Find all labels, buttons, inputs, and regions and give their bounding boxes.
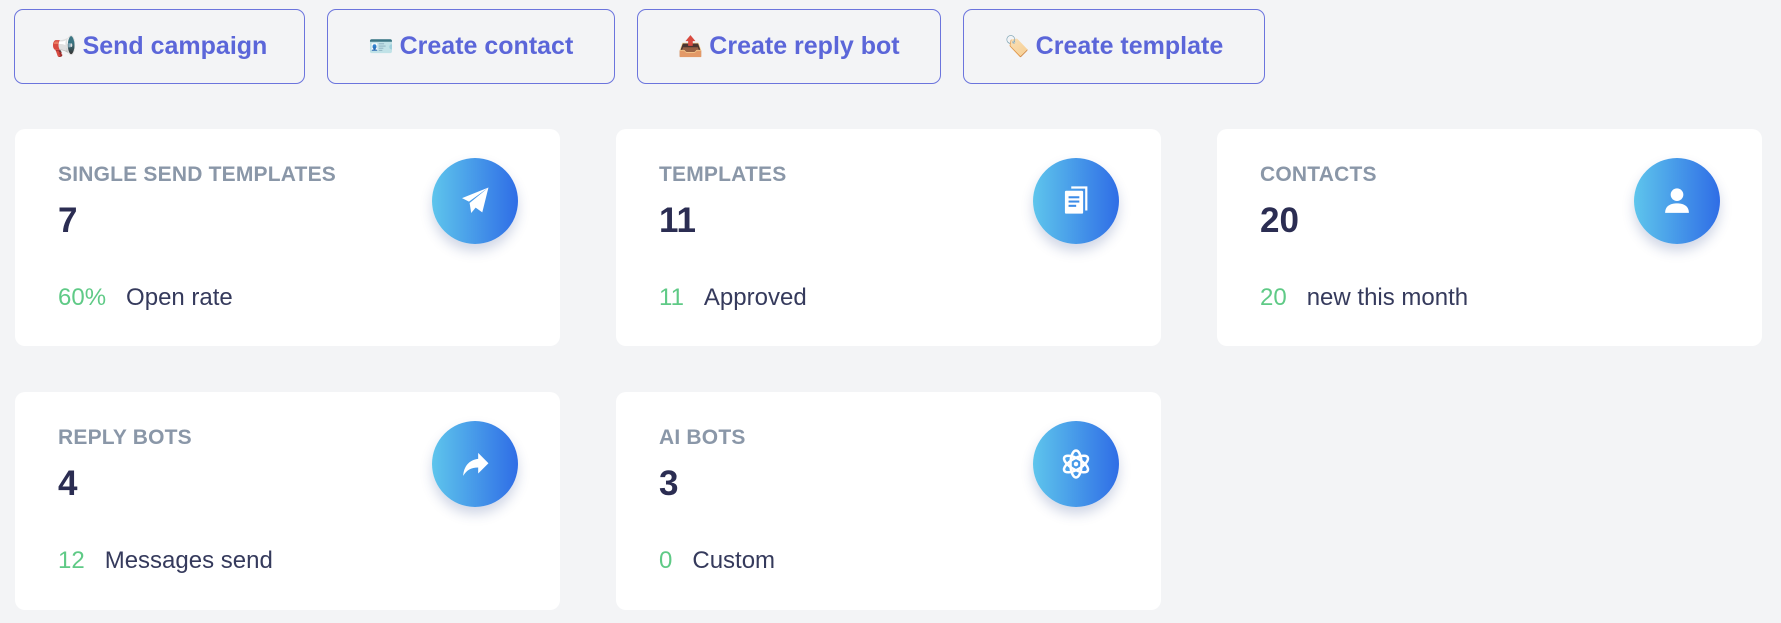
stat-sub-value: 20 — [1260, 284, 1287, 311]
share-arrow-icon — [432, 421, 518, 507]
stat-sub: 11 Approved — [659, 284, 807, 312]
create-reply-bot-button[interactable]: 📤 Create reply bot — [637, 9, 941, 84]
stat-sub-label: Approved — [703, 284, 807, 311]
stat-value: 7 — [58, 201, 78, 240]
stat-sub: 12 Messages send — [58, 547, 273, 575]
outbox-tray-icon: 📤 — [678, 36, 704, 58]
send-campaign-button[interactable]: 📢 Send campaign — [14, 9, 305, 84]
create-reply-bot-label: Create reply bot — [709, 32, 900, 60]
stat-card-single-send-templates: SINGLE SEND TEMPLATES 7 60% Open rate — [15, 129, 560, 346]
stat-card-ai-bots: AI BOTS 3 0 Custom — [616, 392, 1161, 610]
stat-sub-value: 0 — [659, 547, 673, 574]
stat-title: REPLY BOTS — [58, 426, 192, 449]
documents-icon — [1033, 158, 1119, 244]
stat-sub-label: Custom — [692, 547, 776, 574]
stat-sub: 20 new this month — [1260, 284, 1468, 312]
stat-sub-value: 12 — [58, 547, 85, 574]
stat-sub-label: Messages send — [104, 547, 273, 574]
stat-value: 3 — [659, 464, 679, 503]
create-template-button[interactable]: 🏷️ Create template — [963, 9, 1265, 84]
stat-card-templates: TEMPLATES 11 11 Approved — [616, 129, 1161, 346]
stat-sub-label: new this month — [1306, 284, 1469, 311]
create-contact-label: Create contact — [399, 32, 574, 60]
stat-value: 4 — [58, 464, 78, 503]
stat-title: SINGLE SEND TEMPLATES — [58, 163, 336, 186]
stat-title: CONTACTS — [1260, 163, 1377, 186]
stat-sub: 60% Open rate — [58, 284, 233, 312]
stat-sub: 0 Custom — [659, 547, 775, 575]
stat-value: 11 — [659, 201, 696, 240]
label-tag-icon: 🏷️ — [1004, 36, 1030, 58]
atom-icon — [1033, 421, 1119, 507]
id-card-icon: 🪪 — [368, 36, 394, 58]
stat-card-contacts: CONTACTS 20 20 new this month — [1217, 129, 1762, 346]
stat-title: AI BOTS — [659, 426, 746, 449]
stat-sub-value: 60% — [58, 284, 107, 311]
send-campaign-label: Send campaign — [82, 32, 268, 60]
stat-card-reply-bots: REPLY BOTS 4 12 Messages send — [15, 392, 560, 610]
create-template-label: Create template — [1035, 32, 1224, 60]
stat-value: 20 — [1260, 201, 1299, 240]
create-contact-button[interactable]: 🪪 Create contact — [327, 9, 615, 84]
stat-sub-label: Open rate — [126, 284, 233, 311]
stat-title: TEMPLATES — [659, 163, 787, 186]
user-icon — [1634, 158, 1720, 244]
paper-plane-icon — [432, 158, 518, 244]
megaphone-icon: 📢 — [51, 36, 77, 58]
stat-sub-value: 11 — [659, 284, 684, 311]
